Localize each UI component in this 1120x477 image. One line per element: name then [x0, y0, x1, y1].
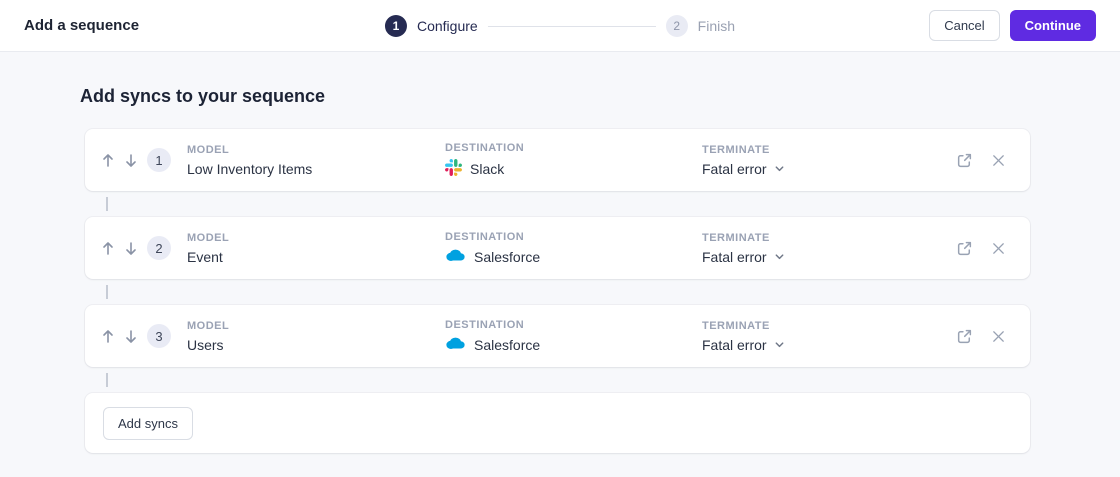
model-name: Low Inventory Items [187, 160, 313, 177]
arrow-down-icon[interactable] [124, 329, 138, 344]
destination-label: DESTINATION [445, 318, 525, 331]
salesforce-icon [445, 336, 466, 354]
model-name: Users [187, 336, 224, 353]
step-configure: 1 Configure [384, 15, 478, 37]
close-icon[interactable] [991, 241, 1006, 256]
model-column: MODEL Users [187, 320, 445, 353]
step-1-circle: 1 [384, 15, 407, 37]
destination-name: Salesforce [474, 336, 541, 353]
terminate-dropdown[interactable]: Fatal error [702, 249, 956, 265]
stepper: 1 Configure 2 Finish [384, 0, 736, 52]
row-reorder-controls: 2 [101, 236, 187, 260]
terminate-column: TERMINATE Fatal error [702, 320, 956, 353]
add-syncs-button[interactable]: Add syncs [103, 406, 193, 440]
arrow-up-icon[interactable] [101, 153, 115, 168]
destination-name: Salesforce [474, 248, 541, 265]
destination-column: DESTINATION Salesforce [445, 231, 702, 266]
cancel-button[interactable]: Cancel [929, 9, 1000, 42]
stepper-connector-line [487, 25, 656, 27]
terminate-value: Fatal error [702, 336, 767, 353]
step-2-label: Finish [697, 18, 736, 34]
terminate-label: TERMINATE [702, 231, 770, 244]
sequence-connector [85, 191, 1030, 217]
model-label: MODEL [187, 231, 230, 244]
section-heading: Add syncs to your sequence [80, 86, 326, 106]
row-reorder-controls: 3 [101, 324, 187, 348]
slack-icon [445, 158, 462, 179]
model-column: MODEL Low Inventory Items [187, 144, 445, 177]
row-actions [956, 152, 1006, 169]
destination-value: Salesforce [445, 336, 702, 354]
arrow-up-icon[interactable] [101, 329, 115, 344]
row-number-badge: 2 [147, 236, 171, 260]
row-number-badge: 3 [147, 324, 171, 348]
row-actions [956, 328, 1006, 345]
page-title: Add a sequence [24, 17, 140, 34]
chevron-down-icon [774, 161, 785, 177]
destination-label: DESTINATION [445, 141, 525, 154]
terminate-value: Fatal error [702, 160, 767, 177]
top-bar: Add a sequence 1 Configure 2 Finish Canc… [0, 0, 1120, 52]
sync-row-2: 2 MODEL Event DESTINATION Salesforce TER… [85, 217, 1030, 279]
continue-button[interactable]: Continue [1009, 9, 1096, 42]
model-name: Event [187, 248, 223, 265]
terminate-column: TERMINATE Fatal error [702, 232, 956, 265]
destination-value: Salesforce [445, 248, 702, 266]
sync-row-3: 3 MODEL Users DESTINATION Salesforce TER… [85, 305, 1030, 367]
destination-name: Slack [470, 160, 505, 177]
close-icon[interactable] [991, 329, 1006, 344]
model-label: MODEL [187, 319, 230, 332]
close-icon[interactable] [991, 153, 1006, 168]
connector-tick [106, 373, 108, 387]
external-link-icon[interactable] [956, 240, 973, 257]
connector-tick [106, 197, 108, 211]
step-1-label: Configure [416, 18, 478, 34]
topbar-actions: Cancel Continue [929, 9, 1096, 42]
terminate-label: TERMINATE [702, 143, 770, 156]
row-reorder-controls: 1 [101, 148, 187, 172]
sequence-connector [85, 279, 1030, 305]
terminate-column: TERMINATE Fatal error [702, 144, 956, 177]
sync-sequence-list: 1 MODEL Low Inventory Items DESTINATION [85, 129, 1030, 453]
destination-label: DESTINATION [445, 230, 525, 243]
terminate-dropdown[interactable]: Fatal error [702, 337, 956, 353]
connector-tick [106, 285, 108, 299]
add-sequence-page: Add a sequence 1 Configure 2 Finish Canc… [0, 0, 1120, 477]
terminate-label: TERMINATE [702, 319, 770, 332]
arrow-down-icon[interactable] [124, 241, 138, 256]
terminate-dropdown[interactable]: Fatal error [702, 161, 956, 177]
row-number-badge: 1 [147, 148, 171, 172]
chevron-down-icon [774, 249, 785, 265]
sync-row-1: 1 MODEL Low Inventory Items DESTINATION [85, 129, 1030, 191]
salesforce-icon [445, 248, 466, 266]
arrow-down-icon[interactable] [124, 153, 138, 168]
add-syncs-card: Add syncs [85, 393, 1030, 453]
step-2-circle: 2 [665, 15, 688, 37]
external-link-icon[interactable] [956, 152, 973, 169]
destination-column: DESTINATION Slack [445, 142, 702, 179]
chevron-down-icon [774, 337, 785, 353]
destination-column: DESTINATION Salesforce [445, 319, 702, 354]
arrow-up-icon[interactable] [101, 241, 115, 256]
destination-value: Slack [445, 158, 702, 179]
step-finish: 2 Finish [665, 15, 736, 37]
model-column: MODEL Event [187, 232, 445, 265]
model-label: MODEL [187, 143, 230, 156]
row-actions [956, 240, 1006, 257]
external-link-icon[interactable] [956, 328, 973, 345]
terminate-value: Fatal error [702, 248, 767, 265]
sequence-connector [85, 367, 1030, 393]
